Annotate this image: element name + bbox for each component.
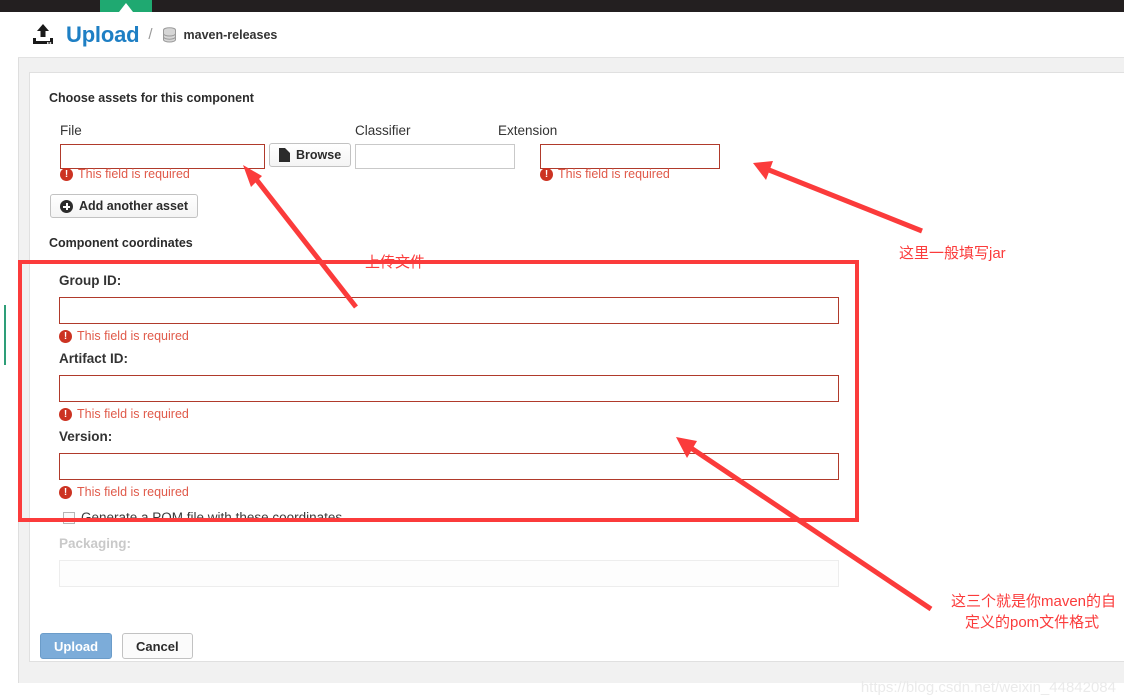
cancel-button[interactable]: Cancel xyxy=(122,633,193,659)
classifier-input[interactable] xyxy=(355,144,515,169)
generate-pom-label: Generate a POM file with these coordinat… xyxy=(81,510,343,525)
packaging-label: Packaging: xyxy=(59,536,132,551)
packaging-input[interactable] xyxy=(59,560,839,587)
file-icon xyxy=(279,148,290,162)
top-navigation-bar xyxy=(0,0,1124,12)
coordinates-section-title: Component coordinates xyxy=(49,236,193,250)
artifact-id-error-text: This field is required xyxy=(77,407,189,421)
group-id-label: Group ID: xyxy=(59,273,122,288)
version-error-text: This field is required xyxy=(77,485,189,499)
error-icon: ! xyxy=(540,167,553,181)
database-icon xyxy=(162,26,177,43)
content-workspace: Choose assets for this component File Cl… xyxy=(18,58,1124,683)
page-title: Upload xyxy=(66,21,140,47)
version-input[interactable] xyxy=(59,453,839,480)
add-another-asset-label: Add another asset xyxy=(79,199,189,213)
version-error-message: ! This field is required xyxy=(59,485,189,499)
error-icon: ! xyxy=(59,485,72,499)
classifier-label: Classifier xyxy=(355,123,411,138)
extension-error-text: This field is required xyxy=(558,167,670,181)
file-error-message: ! This field is required xyxy=(60,167,190,181)
chevron-up-icon xyxy=(119,3,133,12)
file-error-text: This field is required xyxy=(78,167,190,181)
extension-label: Extension xyxy=(498,123,558,138)
group-id-input[interactable] xyxy=(59,297,839,324)
cancel-button-label: Cancel xyxy=(136,638,179,654)
plus-circle-icon xyxy=(60,199,73,213)
upload-submit-button[interactable]: Upload xyxy=(40,633,113,659)
watermark: https://blog.csdn.net/weixin_44842084 xyxy=(860,679,1116,696)
artifact-id-input[interactable] xyxy=(59,375,839,402)
group-id-error-message: ! This field is required xyxy=(59,329,189,343)
generate-pom-checkbox-row[interactable]: Generate a POM file with these coordinat… xyxy=(63,510,342,525)
artifact-id-error-message: ! This field is required xyxy=(59,407,189,421)
page-header: Upload / maven-releases xyxy=(18,12,1124,58)
extension-input[interactable] xyxy=(540,144,720,169)
generate-pom-checkbox[interactable] xyxy=(63,511,75,524)
upload-submit-label: Upload xyxy=(54,638,99,654)
version-label: Version: xyxy=(59,429,113,444)
browse-button[interactable]: Browse xyxy=(269,143,352,167)
group-id-error-text: This field is required xyxy=(77,329,189,343)
upload-icon xyxy=(30,22,56,48)
breadcrumb-repository[interactable]: maven-releases xyxy=(184,28,278,42)
error-icon: ! xyxy=(59,407,72,421)
file-label: File xyxy=(60,123,82,138)
artifact-id-label: Artifact ID: xyxy=(59,351,129,366)
extension-error-message: ! This field is required xyxy=(540,167,670,181)
error-icon: ! xyxy=(60,167,73,181)
add-another-asset-button[interactable]: Add another asset xyxy=(50,194,199,218)
assets-section-title: Choose assets for this component xyxy=(49,91,254,105)
browse-button-label: Browse xyxy=(296,148,342,162)
upload-form-panel: Choose assets for this component File Cl… xyxy=(29,72,1124,662)
error-icon: ! xyxy=(59,329,72,343)
sidebar-active-accent xyxy=(4,305,6,365)
file-input[interactable] xyxy=(60,144,265,169)
breadcrumb-separator: / xyxy=(148,26,153,43)
